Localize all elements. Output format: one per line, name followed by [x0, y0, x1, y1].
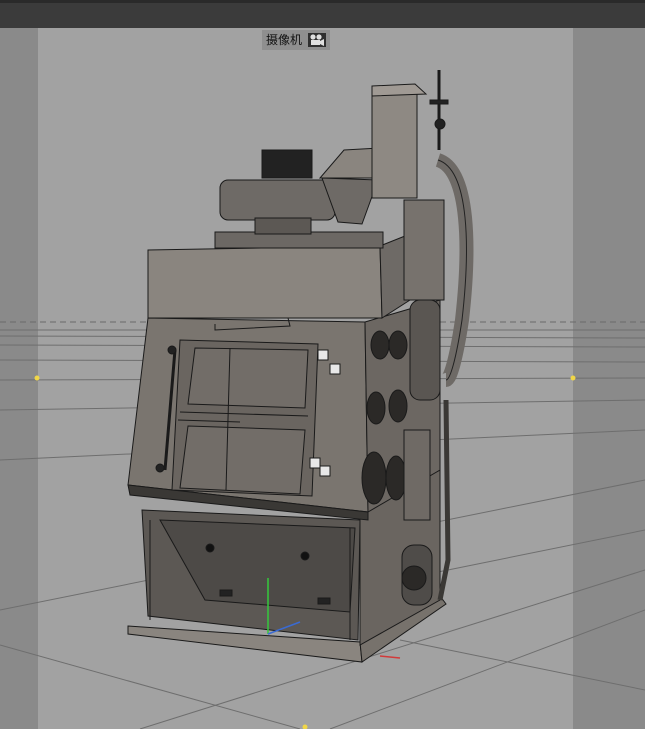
- camera-label[interactable]: 摄像机: [262, 30, 331, 50]
- elevator-column: [371, 85, 418, 199]
- upper-box-front: [147, 245, 383, 319]
- latch-top: [317, 349, 329, 361]
- door-lower-panel: [179, 425, 306, 495]
- latch-bottom: [309, 457, 321, 469]
- door-upper-panel: [187, 347, 309, 409]
- control-panel: [403, 429, 431, 521]
- 3d-viewport[interactable]: 摄像机: [0, 0, 645, 729]
- safe-frame-marker-left: [34, 375, 40, 381]
- camera-icon[interactable]: [308, 33, 327, 47]
- fan-drum: [219, 179, 336, 221]
- belt-housing: [409, 299, 441, 401]
- camera-label-text: 摄像机: [266, 33, 303, 47]
- scene-canvas[interactable]: [0, 0, 645, 729]
- safe-frame-marker-right: [570, 375, 576, 381]
- elevator-lower: [403, 199, 445, 301]
- fan-cap: [261, 149, 313, 179]
